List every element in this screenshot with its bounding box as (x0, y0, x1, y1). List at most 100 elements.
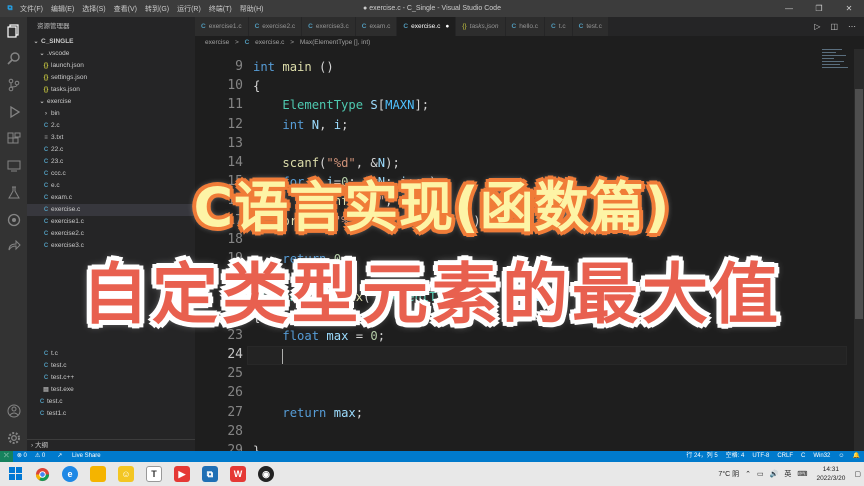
c-file-icon: C (43, 375, 49, 381)
wps-icon[interactable]: W (230, 466, 246, 482)
chrome-icon[interactable] (34, 466, 50, 482)
split-editor-icon[interactable]: ◫ (830, 17, 838, 36)
close-button[interactable]: ✕ (834, 0, 864, 17)
account-icon[interactable] (4, 401, 23, 420)
tree-folder-vscode[interactable]: ⌄ .vscode (27, 48, 195, 60)
tab-exam[interactable]: Cexam.c (355, 17, 398, 36)
notifications-icon[interactable]: 🔔 (853, 451, 860, 462)
menu-terminal[interactable]: 终端(T) (209, 4, 232, 14)
input-mode-icon[interactable]: ⌨ (797, 470, 807, 478)
source-control-icon[interactable] (4, 75, 23, 94)
tab-exercise-active[interactable]: Cexercise.c ● (397, 17, 457, 36)
windows-start-icon[interactable] (8, 466, 24, 482)
chevron-up-icon[interactable]: ⌃ (745, 470, 751, 478)
tree-file[interactable]: C 22.c (27, 144, 195, 156)
line-number: 29 (227, 443, 243, 451)
run-icon[interactable]: ▷ (814, 17, 820, 36)
settings-gear-icon[interactable] (4, 428, 23, 447)
tree-file[interactable]: Ctest.c (27, 360, 195, 372)
clock[interactable]: 14:31 2022/3/20 (816, 465, 845, 483)
vscode-taskbar-icon[interactable]: ⧉ (202, 466, 218, 482)
code-line[interactable]: int N, i; (253, 118, 348, 132)
line-number: 12 (227, 116, 243, 132)
indentation[interactable]: 空格: 4 (726, 451, 745, 462)
tree-file[interactable]: C 2.c (27, 120, 195, 132)
tree-file[interactable]: ≡ 3.txt (27, 132, 195, 144)
breadcrumb-file[interactable]: exercise.c (255, 39, 284, 46)
tab-tasks-json[interactable]: {} tasks.json (456, 17, 506, 36)
tab-t[interactable]: Ct.c (545, 17, 573, 36)
code-line[interactable]: ElementType S[MAXN]; (253, 98, 429, 112)
network-icon[interactable]: ▭ (757, 470, 764, 478)
edge-icon[interactable]: e (62, 466, 78, 482)
menu-help[interactable]: 帮助(H) (240, 4, 264, 14)
tree-file[interactable]: {} launch.json (27, 60, 195, 72)
menu-selection[interactable]: 选择(S) (82, 4, 105, 14)
tab-exercise2[interactable]: Cexercise2.c (248, 17, 303, 36)
notification-center-icon[interactable]: ▢ (854, 470, 861, 478)
volume-icon[interactable]: 🔊 (770, 470, 779, 478)
breadcrumb-separator: > (235, 39, 239, 46)
live-share-button[interactable]: ↗ Live Share (53, 451, 104, 462)
tab-test[interactable]: Ctest.c (572, 17, 609, 36)
menu-run[interactable]: 运行(R) (177, 4, 201, 14)
line-ending[interactable]: CRLF (777, 451, 793, 462)
menu-edit[interactable]: 编辑(E) (51, 4, 74, 14)
platform[interactable]: Win32 (813, 451, 830, 462)
breadcrumb-folder[interactable]: exercise (205, 39, 229, 46)
extensions-icon[interactable] (4, 129, 23, 148)
typora-icon[interactable]: T (146, 466, 162, 482)
search-icon[interactable] (4, 48, 23, 67)
menu-file[interactable]: 文件(F) (20, 4, 43, 14)
feedback-icon[interactable]: ☺ (838, 451, 844, 462)
explorer-icon[interactable] (4, 21, 23, 40)
tab-hello[interactable]: Chello.c (505, 17, 546, 36)
more-actions-icon[interactable]: ⋯ (848, 17, 856, 36)
remote-indicator[interactable]: ⤫ (0, 451, 13, 462)
tree-file[interactable]: ▤ test.exe (27, 384, 195, 396)
breadcrumb-separator: > (290, 39, 295, 46)
c-file-icon: C (403, 23, 409, 30)
tree-root[interactable]: ⌄ C_SINGLE (27, 36, 195, 48)
menu-view[interactable]: 查看(V) (114, 4, 137, 14)
tree-file[interactable]: Ct.c (27, 348, 195, 360)
minimap[interactable] (822, 49, 852, 89)
tree-file[interactable]: Ctest1.c (27, 408, 195, 420)
code-line[interactable]: return max; (253, 406, 363, 420)
errors-count[interactable]: ⊗ 0 (17, 451, 27, 462)
unsaved-dot-icon[interactable]: ● (445, 23, 449, 30)
code-line[interactable] (253, 348, 282, 362)
outline-section[interactable]: › 大纲 (27, 439, 195, 451)
editor-actions: ▷ ◫ ⋯ (814, 17, 864, 36)
encoding[interactable]: UTF-8 (752, 451, 769, 462)
breadcrumb-symbol[interactable]: Max(ElementType [], int) (300, 39, 370, 46)
c-file-icon: C (43, 147, 49, 153)
json-file-icon: {} (43, 63, 49, 69)
media-app-icon[interactable]: ▶ (174, 466, 190, 482)
tab-exercise3[interactable]: Cexercise3.c (302, 17, 356, 36)
input-method[interactable]: 英 (784, 469, 791, 479)
app-icon[interactable]: ☺ (118, 466, 134, 482)
run-debug-icon[interactable] (4, 102, 23, 121)
language-mode[interactable]: C (801, 451, 805, 462)
code-line[interactable]: } (253, 444, 260, 451)
warnings-count[interactable]: ⚠ 0 (35, 451, 45, 462)
tree-file[interactable]: Ctest.c++ (27, 372, 195, 384)
tree-file[interactable]: Ctest.c (27, 396, 195, 408)
weather[interactable]: 7°C 阴 (718, 469, 739, 479)
minimize-button[interactable]: — (774, 0, 804, 17)
status-bar: ⤫ ⊗ 0 ⚠ 0 ↗ Live Share 行 24，列 5 空格: 4 UT… (0, 451, 864, 462)
code-line[interactable]: { (253, 79, 260, 93)
menu-go[interactable]: 转到(G) (145, 4, 169, 14)
restore-button[interactable]: ❐ (804, 0, 834, 17)
tree-folder-exercise[interactable]: ⌄ exercise (27, 96, 195, 108)
obs-icon[interactable]: ◉ (258, 466, 274, 482)
code-line[interactable]: int main () (253, 60, 334, 74)
cursor-position[interactable]: 行 24，列 5 (686, 451, 717, 462)
tab-exercise1[interactable]: Cexercise1.c (195, 17, 249, 36)
tree-file[interactable]: {} tasks.json (27, 84, 195, 96)
c-file-icon: C (43, 351, 49, 357)
explorer-folder-icon[interactable] (90, 466, 106, 482)
tree-folder-bin[interactable]: › bin (27, 108, 195, 120)
tree-file[interactable]: {} settings.json (27, 72, 195, 84)
